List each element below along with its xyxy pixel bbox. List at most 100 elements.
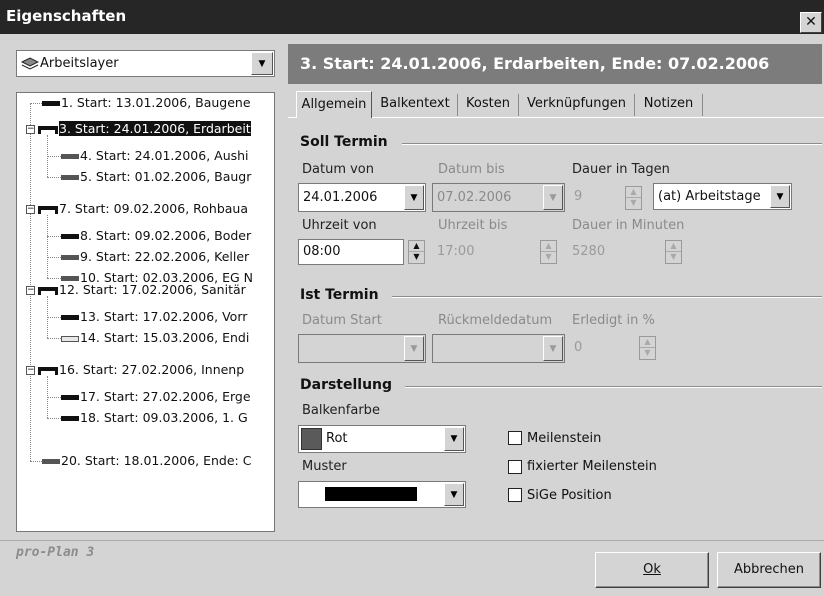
cancel-button[interactable]: Abbrechen [717,552,821,588]
spin-down-icon: ▼ [644,348,651,357]
balkenfarbe-select[interactable]: Rot ▼ [298,425,466,453]
tree-item[interactable]: 1. Start: 13.01.2006, Baugene [42,93,251,113]
task-bar-icon [61,175,79,180]
spin-down-icon: ▼ [670,252,677,261]
section-divider [402,143,822,145]
brand-logo: pro-Plan 3 [16,545,95,560]
datum-start-dropdown-button: ▼ [404,336,424,361]
uhrzeit-von-input[interactable]: 08:00 [298,239,404,265]
uhrzeit-von-spinner[interactable]: ▲ ▼ [408,240,425,264]
tree-item[interactable]: 17. Start: 27.02.2006, Erge [61,387,251,407]
task-tree[interactable]: − − − − 1. Start: 13.01.2006, Baugene 3.… [16,92,275,532]
spin-up-icon: ▲ [626,187,641,198]
meilenstein-checkbox[interactable] [508,431,522,445]
dauer-tage-spinner: ▲ ▼ [625,186,642,210]
chevron-down-icon: ▼ [776,191,784,202]
section-ist-termin: Ist Termin [300,287,379,303]
fixierter-meilenstein-checkbox[interactable] [508,460,522,474]
tree-line [47,338,61,339]
tree-line [47,278,61,279]
dauer-tage-label: Dauer in Tagen [572,162,670,177]
chevron-down-icon: ▼ [410,343,418,354]
datum-bis-select: 07.02.2006 ▼ [432,183,565,212]
arbeitstage-dropdown-button[interactable]: ▼ [770,185,790,208]
uhrzeit-bis-label: Uhrzeit bis [438,218,508,233]
uhrzeit-bis-value: 17:00 [437,244,475,259]
tab-divider [457,94,458,116]
collapse-icon[interactable]: − [26,125,35,134]
tree-line [47,397,61,398]
muster-dropdown-button[interactable]: ▼ [444,483,464,506]
spin-up-icon[interactable]: ▲ [409,241,424,252]
tree-line [30,103,31,461]
task-bar-icon [61,315,79,320]
tab-allgemein[interactable]: Allgemein [296,91,372,118]
tree-item[interactable]: 16. Start: 27.02.2006, Innenp [38,360,244,380]
datum-von-select[interactable]: 24.01.2006 ▼ [298,183,426,212]
title-bar: Eigenschaften [0,0,824,34]
fixierter-meilenstein-label: fixierter Meilenstein [527,459,657,474]
muster-select[interactable]: ▼ [298,481,466,508]
uhrzeit-bis-spinner: ▲ ▼ [540,240,557,264]
collapse-icon[interactable]: − [26,205,35,214]
task-bar-icon [61,395,79,400]
tree-line [47,177,61,178]
close-button[interactable]: ✕ [800,12,822,33]
datum-bis-dropdown-button: ▼ [543,185,563,210]
tree-item[interactable]: 20. Start: 18.01.2006, Ende: C [42,451,251,471]
window-title: Eigenschaften [6,7,127,25]
sige-position-checkbox[interactable] [508,488,522,502]
muster-label: Muster [302,459,347,474]
tab-verknuepfungen[interactable]: Verknüpfungen [521,91,632,118]
tab-divider [634,94,635,116]
layer-select[interactable]: Arbeitslayer ▼ [16,50,275,77]
collapse-icon[interactable]: − [26,286,35,295]
meilenstein-label: Meilenstein [527,431,602,446]
tree-item[interactable]: 5. Start: 01.02.2006, Baugr [61,167,251,187]
tree-item[interactable]: 4. Start: 24.01.2006, Aushi [61,146,249,166]
datum-von-dropdown-button[interactable]: ▼ [404,185,424,210]
tree-item[interactable]: 9. Start: 22.02.2006, Keller [61,247,249,267]
tree-item[interactable]: 8. Start: 09.02.2006, Boder [61,226,251,246]
tree-item[interactable]: 14. Start: 15.03.2006, Endi [61,328,249,348]
footer-divider [0,540,824,541]
chevron-down-icon: ▼ [410,192,418,203]
color-swatch [301,428,322,450]
erledigt-value: 0 [574,340,583,355]
spin-up-icon: ▲ [666,241,681,252]
ok-button[interactable]: Ok [595,552,709,588]
spin-down-icon: ▼ [630,198,637,207]
tree-item[interactable]: 7. Start: 09.02.2006, Rohbaua [38,199,248,219]
tree-item-selected[interactable]: 3. Start: 24.01.2006, Erdarbeit [38,119,251,139]
task-bar-icon [61,416,79,421]
tree-line [47,418,61,419]
summary-bar-icon [38,366,58,375]
section-divider [392,296,822,298]
tab-balkentext[interactable]: Balkentext [375,91,455,118]
arbeitstage-select[interactable]: (at) Arbeitstage ▼ [653,183,792,210]
tree-line [30,103,42,104]
chevron-down-icon: ▼ [450,434,458,444]
tree-item[interactable]: 18. Start: 09.03.2006, 1. G [61,408,248,428]
tab-divider [702,94,703,116]
task-bar-icon [42,101,60,106]
section-darstellung: Darstellung [300,377,393,393]
tree-item[interactable]: 13. Start: 17.02.2006, Vorr [61,307,247,327]
tab-kosten[interactable]: Kosten [460,91,516,118]
layer-select-dropdown-button[interactable]: ▼ [251,52,273,75]
tree-item[interactable]: 12. Start: 17.02.2006, Sanitär [38,280,246,300]
datum-von-label: Datum von [302,162,374,177]
summary-bar-icon [38,205,58,214]
tab-divider [518,94,519,116]
pattern-preview [325,487,417,501]
collapse-icon[interactable]: − [26,366,35,375]
balkenfarbe-dropdown-button[interactable]: ▼ [444,427,464,451]
spin-up-icon: ▲ [541,241,556,252]
spin-down-icon: ▼ [545,252,552,261]
rueckmeldedatum-dropdown-button: ▼ [543,336,563,361]
spin-down-icon[interactable]: ▼ [409,252,424,263]
tab-notizen[interactable]: Notizen [637,91,700,118]
datum-start-label: Datum Start [302,313,382,328]
rueckmeldedatum-select: ▼ [432,334,565,363]
spin-up-icon: ▲ [640,337,655,348]
